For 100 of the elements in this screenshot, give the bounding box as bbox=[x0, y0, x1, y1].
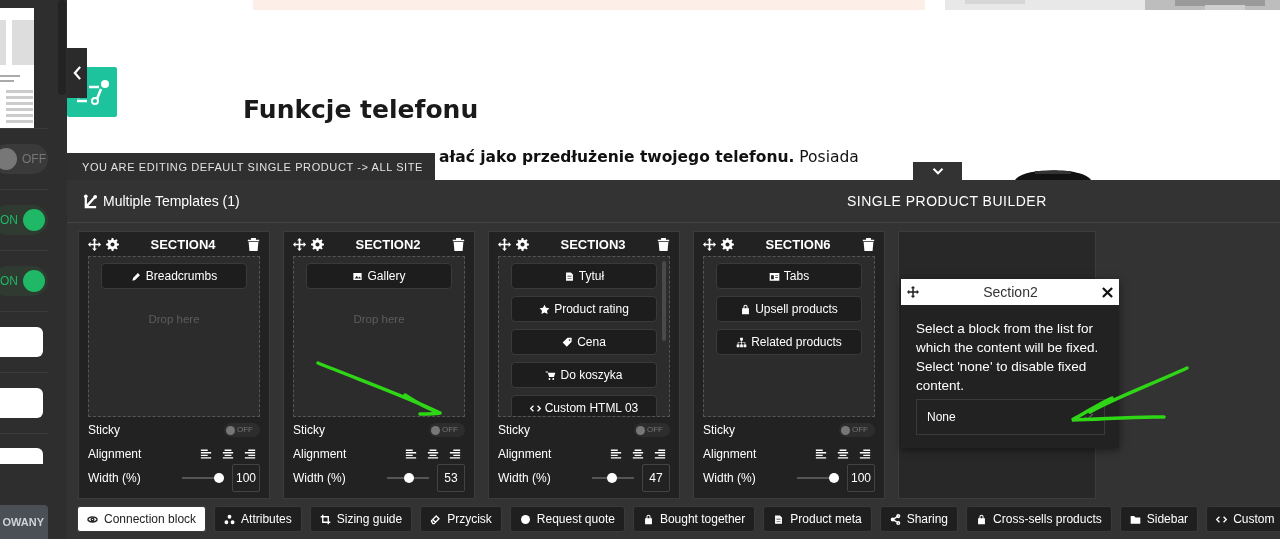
block-tab[interactable]: Product meta bbox=[763, 506, 872, 532]
align-left-icon[interactable] bbox=[815, 448, 827, 460]
block-button[interactable]: Tytuł bbox=[511, 263, 657, 289]
input-field[interactable] bbox=[0, 388, 43, 418]
block-button[interactable]: Gallery bbox=[306, 263, 452, 289]
star-icon bbox=[539, 303, 551, 315]
scrollbar[interactable] bbox=[58, 0, 66, 95]
align-center-icon[interactable] bbox=[632, 448, 644, 460]
block-tab[interactable]: Przycisk bbox=[420, 506, 502, 532]
slider-thumb[interactable] bbox=[607, 473, 618, 483]
width-input[interactable]: 47 bbox=[642, 464, 670, 492]
align-right-icon[interactable] bbox=[244, 448, 256, 460]
input-field[interactable] bbox=[0, 327, 43, 357]
bag-icon bbox=[976, 513, 988, 525]
block-tab[interactable]: Bought together bbox=[632, 506, 756, 532]
popup-description: Select a block from the list for which the content will be fixed. Select 'none' to disable fixed content. bbox=[916, 320, 1100, 395]
slider-thumb[interactable] bbox=[403, 473, 414, 483]
block-select[interactable]: None bbox=[916, 399, 1105, 435]
block-tab[interactable]: Sizing guide bbox=[309, 506, 413, 532]
expand-tab[interactable] bbox=[913, 162, 962, 180]
alignment-label: Alignment bbox=[498, 447, 552, 461]
nodes-icon bbox=[224, 513, 236, 525]
width-label: Width (%) bbox=[703, 471, 756, 485]
page-heading: Funkcje telefonu bbox=[243, 94, 480, 126]
move-icon[interactable] bbox=[293, 237, 306, 251]
align-left-icon[interactable] bbox=[610, 448, 622, 460]
tabs-icon bbox=[768, 270, 780, 282]
block-button[interactable]: Upsell products bbox=[716, 296, 862, 322]
width-input[interactable]: 53 bbox=[437, 464, 465, 492]
chevron-left-icon bbox=[72, 66, 82, 80]
width-label: Width (%) bbox=[293, 471, 346, 485]
document-icon bbox=[563, 270, 575, 282]
crop-icon bbox=[319, 513, 331, 525]
check-icon bbox=[1084, 413, 1094, 421]
block-button[interactable]: Cena bbox=[511, 329, 657, 355]
block-tab[interactable]: Sidebar bbox=[1119, 506, 1199, 532]
settings-icon[interactable] bbox=[516, 237, 529, 251]
toggle-switch[interactable]: ON bbox=[0, 266, 48, 296]
align-right-icon[interactable] bbox=[859, 448, 871, 460]
align-left-icon[interactable] bbox=[405, 448, 417, 460]
sticky-label: Sticky bbox=[498, 423, 530, 437]
close-icon[interactable] bbox=[1102, 286, 1113, 298]
page-paragraph: ałać jako przedłużenie twojego telefonu. Posiada bbox=[439, 147, 860, 167]
align-center-icon[interactable] bbox=[837, 448, 849, 460]
tag-icon bbox=[562, 336, 574, 348]
section-title: SECTION3 bbox=[559, 236, 627, 252]
block-tab[interactable]: Cross-sells products bbox=[966, 506, 1112, 532]
sticky-label: Sticky bbox=[293, 423, 325, 437]
width-label: Width (%) bbox=[498, 471, 551, 485]
sticky-label: Sticky bbox=[88, 423, 120, 437]
block-button[interactable]: Tabs bbox=[716, 263, 862, 289]
publish-button[interactable]: OWANY bbox=[0, 505, 48, 539]
templates-label[interactable]: Multiple Templates (1) bbox=[103, 193, 240, 209]
toggle-switch[interactable]: ON bbox=[0, 205, 48, 235]
block-button[interactable]: Related products bbox=[716, 329, 862, 355]
move-icon[interactable] bbox=[498, 237, 511, 251]
settings-icon[interactable] bbox=[311, 237, 324, 251]
block-button[interactable]: Custom HTML 03 bbox=[511, 395, 657, 416]
width-input[interactable]: 100 bbox=[232, 464, 260, 492]
builder-title: SINGLE PRODUCT BUILDER bbox=[847, 193, 1047, 209]
block-tab[interactable]: Connection block bbox=[77, 506, 207, 532]
document-icon bbox=[773, 513, 785, 525]
alignment-label: Alignment bbox=[88, 447, 142, 461]
sticky-label: Sticky bbox=[703, 423, 735, 437]
block-button[interactable]: Product rating bbox=[511, 296, 657, 322]
branch-icon bbox=[83, 193, 98, 209]
align-center-icon[interactable] bbox=[222, 448, 234, 460]
cart-icon bbox=[545, 369, 557, 381]
width-input[interactable]: 100 bbox=[847, 464, 875, 492]
eye-icon bbox=[87, 513, 98, 525]
sitemap-icon bbox=[736, 336, 748, 348]
settings-icon[interactable] bbox=[106, 237, 119, 251]
image-icon bbox=[352, 270, 364, 282]
move-icon[interactable] bbox=[907, 286, 919, 298]
move-icon[interactable] bbox=[88, 237, 101, 251]
align-right-icon[interactable] bbox=[654, 448, 666, 460]
block-tab[interactable]: Custom bbox=[1206, 506, 1280, 532]
block-tab[interactable]: Request quote bbox=[509, 506, 625, 532]
chevron-down-icon bbox=[931, 167, 944, 175]
width-label: Width (%) bbox=[88, 471, 141, 485]
slider-thumb[interactable] bbox=[214, 473, 224, 483]
block-button[interactable]: Breadcrumbs bbox=[101, 263, 247, 289]
alignment-label: Alignment bbox=[703, 447, 757, 461]
align-left-icon[interactable] bbox=[200, 448, 212, 460]
block-tab[interactable]: Attributes bbox=[214, 506, 302, 532]
collapse-tab[interactable] bbox=[67, 48, 87, 98]
eraser-icon bbox=[430, 513, 442, 525]
popup-title: Section2 bbox=[982, 284, 1039, 300]
block-button[interactable]: Do koszyka bbox=[511, 362, 657, 388]
delete-icon[interactable] bbox=[862, 237, 875, 251]
move-icon[interactable] bbox=[703, 237, 716, 251]
section-title: SECTION6 bbox=[764, 236, 832, 252]
delete-icon[interactable] bbox=[452, 237, 465, 251]
delete-icon[interactable] bbox=[657, 237, 670, 251]
delete-icon[interactable] bbox=[247, 237, 260, 251]
settings-icon[interactable] bbox=[721, 237, 734, 251]
block-tab[interactable]: Sharing bbox=[879, 506, 959, 532]
align-center-icon[interactable] bbox=[427, 448, 439, 460]
slider-thumb[interactable] bbox=[829, 473, 839, 483]
align-right-icon[interactable] bbox=[449, 448, 461, 460]
